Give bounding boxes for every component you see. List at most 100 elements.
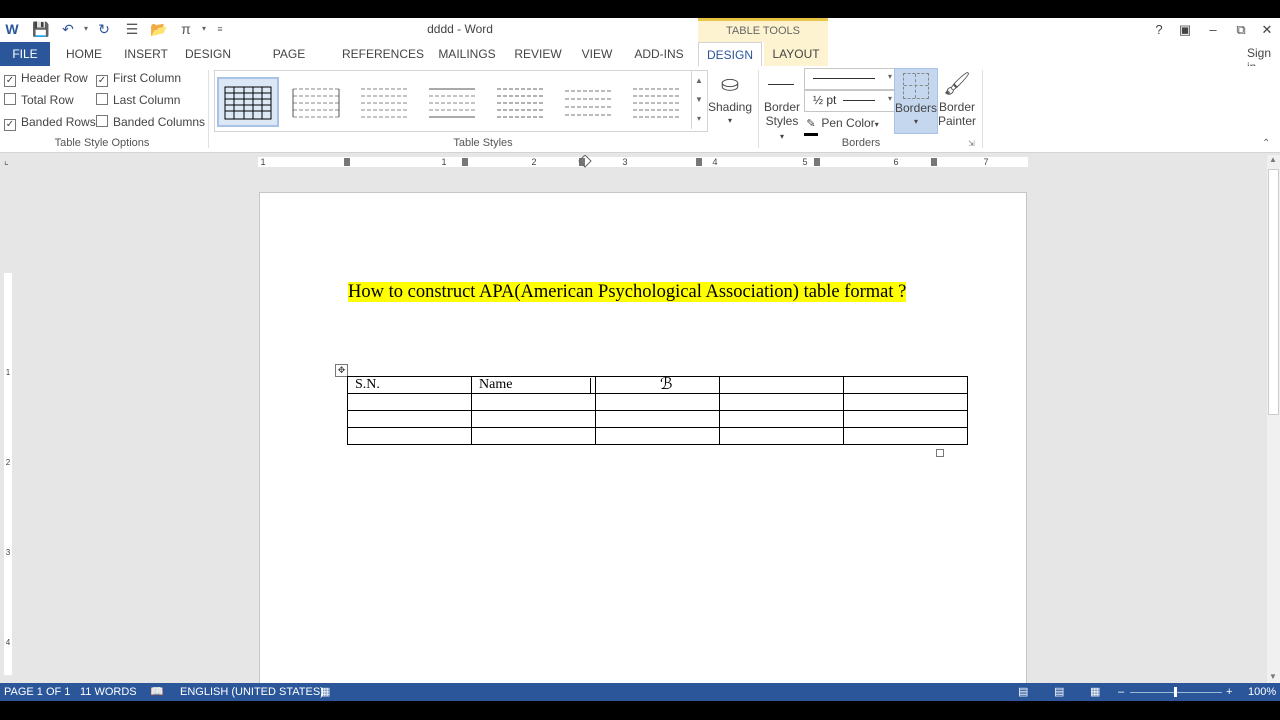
table-cell[interactable] [595,376,720,394]
close-icon[interactable]: ✕ [1258,21,1276,39]
tab-references[interactable]: REFERENCES [342,42,424,66]
tab-add-ins[interactable]: ADD-INS [630,42,688,66]
table-style-plain-5-icon[interactable] [559,79,617,125]
zoom-out-icon[interactable]: – [1118,683,1124,701]
gallery-down-icon[interactable]: ▼ [692,90,706,109]
table-cell[interactable] [595,427,720,445]
first-column-checkbox[interactable]: ✓ First Column [96,70,181,87]
table-cell[interactable] [843,410,968,428]
table-cell[interactable] [843,376,968,394]
table-style-plain-1-icon[interactable] [287,79,345,125]
table-style-grid-icon[interactable] [217,77,279,127]
undo-dropdown-icon[interactable]: ▾ [78,21,94,37]
total-row-checkbox[interactable]: Total Row [4,92,74,108]
save-icon[interactable]: 💾 [32,21,49,37]
equation-dropdown-icon[interactable]: ▾ [196,21,212,37]
border-painter-button[interactable]: 🖌 Border Painter [937,68,977,128]
tab-home[interactable]: HOME [58,42,110,66]
tab-selector-icon[interactable]: ⌞ [4,157,14,167]
tab-design[interactable]: DESIGN [182,42,234,66]
table-cell[interactable] [719,427,844,445]
redo-icon[interactable]: ↻ [96,21,112,37]
gallery-more-icon[interactable]: ▾ [692,109,706,128]
zoom-slider-thumb[interactable] [1174,687,1177,697]
touch-mode-icon[interactable]: ☰ [124,21,140,37]
table-cell[interactable] [347,410,472,428]
table-cell[interactable] [719,410,844,428]
table-resize-handle-icon[interactable] [936,449,944,457]
ribbon-display-icon[interactable]: ▣ [1176,21,1194,39]
table-style-plain-3-icon[interactable] [423,79,481,125]
pen-color-button[interactable]: ✎ Pen Color▾ [804,114,894,136]
help-icon[interactable]: ? [1150,21,1168,39]
table-cell[interactable]: S.N. [347,376,472,394]
banded-rows-checkbox[interactable]: ✓ Banded Rows [4,114,96,131]
table-cell[interactable] [471,410,596,428]
line-weight-dropdown[interactable]: ½ pt ▾ [804,90,896,112]
border-styles-button[interactable]: Border Styles ▾ [762,72,802,144]
table-style-plain-2-icon[interactable] [355,79,413,125]
gallery-scroll-buttons[interactable]: ▲ ▼ ▾ [691,71,706,129]
table-cell[interactable] [843,427,968,445]
ruler-label: 4 [712,157,717,167]
table-cell[interactable] [347,427,472,445]
undo-icon[interactable]: ↶ [60,21,76,37]
table-cell[interactable] [719,393,844,411]
tab-view[interactable]: VIEW [576,42,618,66]
table-cell[interactable] [347,393,472,411]
last-column-checkbox[interactable]: Last Column [96,92,180,108]
print-layout-icon[interactable]: ▤ [1054,683,1064,701]
language-indicator[interactable]: ENGLISH (UNITED STATES) [180,683,324,701]
minimize-icon[interactable]: – [1204,21,1222,39]
vertical-scrollbar[interactable]: ▲ ▼ [1267,155,1280,683]
tab-page-layout[interactable]: PAGE LAYOUT [248,42,330,85]
table-cell[interactable]: Name [471,376,596,394]
table-cell[interactable] [471,427,596,445]
table-style-plain-4-icon[interactable] [491,79,549,125]
table-cell[interactable] [471,393,596,411]
table-cell[interactable] [843,393,968,411]
banded-columns-checkbox[interactable]: Banded Columns [96,114,205,130]
table-cell[interactable] [595,410,720,428]
tab-review[interactable]: REVIEW [512,42,564,66]
scroll-up-icon[interactable]: ▲ [1269,155,1277,164]
table-cell[interactable] [719,376,844,394]
table-styles-gallery[interactable]: ▲ ▼ ▾ [214,70,708,132]
scroll-down-icon[interactable]: ▼ [1269,672,1277,681]
line-style-dropdown[interactable]: ▾ [804,68,896,90]
page-count[interactable]: PAGE 1 OF 1 [4,683,70,701]
status-bar: PAGE 1 OF 1 11 WORDS 📖 ENGLISH (UNITED S… [0,683,1280,701]
header-row-checkbox[interactable]: ✓ Header Row [4,70,88,87]
vertical-ruler[interactable]: 1 2 3 4 [2,185,14,675]
macro-icon[interactable]: ▦ [320,683,330,701]
column-marker-icon [462,158,468,166]
read-mode-icon[interactable]: ▤ [1018,683,1028,701]
scroll-thumb[interactable] [1268,169,1279,415]
group-separator [208,70,209,148]
word-count[interactable]: 11 WORDS [80,683,137,701]
tab-insert[interactable]: INSERT [120,42,172,66]
tab-file[interactable]: FILE [0,42,50,66]
collapse-ribbon-icon[interactable]: ⌃ [1262,138,1270,149]
zoom-in-icon[interactable]: + [1226,683,1232,701]
equation-icon[interactable]: π [178,21,194,37]
dialog-launcher-icon[interactable]: ⇲ [968,139,975,148]
gallery-up-icon[interactable]: ▲ [692,71,706,90]
restore-icon[interactable]: ⧉ [1232,21,1250,39]
tab-table-layout[interactable]: LAYOUT [764,42,828,66]
zoom-level[interactable]: 100% [1248,683,1276,701]
horizontal-ruler[interactable]: 1 1 2 3 4 5 6 7 [230,155,1030,169]
document-table[interactable]: S.N. Name [347,376,968,445]
proofing-icon[interactable]: 📖 [150,683,164,701]
customize-qat-icon[interactable]: ≡ [212,21,228,37]
web-layout-icon[interactable]: ▦ [1090,683,1100,701]
word-app-icon[interactable]: W [4,21,20,37]
borders-button[interactable]: Borders ▾ [894,68,938,134]
tab-mailings[interactable]: MAILINGS [434,42,500,66]
table-cell[interactable] [595,393,720,411]
tab-table-design[interactable]: DESIGN [698,42,762,67]
document-heading[interactable]: How to construct APA(American Psychologi… [348,280,908,305]
table-style-plain-6-icon[interactable] [627,79,685,125]
open-folder-icon[interactable]: 📂 [150,21,167,37]
shading-button[interactable]: ⛀ Shading ▾ [706,68,754,128]
